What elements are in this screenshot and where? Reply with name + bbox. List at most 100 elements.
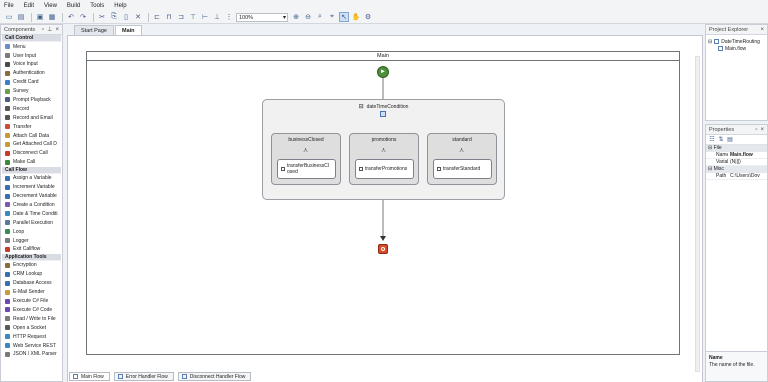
component-item[interactable]: CRM Lookup	[2, 270, 61, 279]
pointer-icon[interactable]: ↖	[339, 12, 349, 22]
copy-icon[interactable]: ⎘	[109, 12, 119, 22]
tab-main-flow[interactable]: Main Flow	[69, 372, 110, 381]
collapse-icon[interactable]: ⊟	[359, 103, 364, 110]
component-item[interactable]: User Input	[2, 51, 61, 60]
component-item[interactable]: Record and Email	[2, 113, 61, 122]
component-item[interactable]: Web Service REST	[2, 341, 61, 350]
save-icon[interactable]: ▣	[35, 12, 45, 22]
property-category-file[interactable]: ⊟ File	[706, 145, 767, 152]
align-bottom-icon[interactable]: ⊥	[212, 12, 222, 22]
branch-standard[interactable]: standard ⋏ transferStandard	[427, 133, 497, 185]
property-category-misc[interactable]: ⊟ Misc	[706, 166, 767, 173]
component-item[interactable]: Logger	[2, 236, 61, 245]
menu-file[interactable]: File	[4, 3, 14, 9]
component-item[interactable]: Survey	[2, 87, 61, 96]
component-item[interactable]: Execute C# Code	[2, 306, 61, 315]
align-left-icon[interactable]: ⊏	[152, 12, 162, 22]
component-item[interactable]: Transfer	[2, 122, 61, 131]
distribute-icon[interactable]: ⋮	[224, 12, 234, 22]
component-item[interactable]: Menu	[2, 42, 61, 51]
component-item[interactable]: Voice Input	[2, 60, 61, 69]
pin-icon[interactable]: ⊥	[47, 26, 52, 33]
align-top-icon[interactable]: ⊤	[188, 12, 198, 22]
float-icon[interactable]: ▫	[755, 127, 757, 133]
tab-main[interactable]: Main	[115, 25, 142, 35]
component-item[interactable]: Assign a Variable	[2, 174, 61, 183]
end-node[interactable]	[378, 244, 388, 254]
component-item[interactable]: Decrement Variable	[2, 192, 61, 201]
component-item[interactable]: Date & Time Conditi	[2, 209, 61, 218]
collapse-icon[interactable]: ⊟	[708, 39, 712, 45]
zoom-fit-icon[interactable]: ⌕	[315, 12, 325, 22]
branch-business-closed[interactable]: businessClosed ⋏ transferBusinessCl osed	[271, 133, 341, 185]
component-item[interactable]: Increment Variable	[2, 183, 61, 192]
undo-icon[interactable]: ↶	[66, 12, 76, 22]
component-item[interactable]: Read / Write to File	[2, 314, 61, 323]
component-category[interactable]: Call Control	[2, 35, 61, 43]
property-row-name[interactable]: Name Main.flow	[706, 152, 767, 159]
transfer-promotions-node[interactable]: transferPromotions	[355, 159, 414, 179]
property-row-variable[interactable]: Variable(N|||)	[706, 159, 767, 166]
branch-promotions[interactable]: promotions ⋏ transferPromotions	[349, 133, 419, 185]
component-item[interactable]: Disconnect Call	[2, 149, 61, 158]
menu-tools[interactable]: Tools	[90, 3, 104, 9]
tab-disconnect-handler-flow[interactable]: Disconnect Handler Flow	[177, 372, 252, 381]
sort-alpha-icon[interactable]: ⇅	[717, 136, 725, 144]
paste-icon[interactable]: ▯	[121, 12, 131, 22]
component-item[interactable]: Authentication	[2, 69, 61, 78]
zoom-actual-icon[interactable]: ⌖	[327, 12, 337, 22]
component-item[interactable]: Credit Card	[2, 78, 61, 87]
property-row-path[interactable]: Path C:\Users\Dov	[706, 173, 767, 180]
redo-icon[interactable]: ↷	[78, 12, 88, 22]
property-pages-icon[interactable]: ▤	[726, 136, 734, 144]
transfer-business-closed-node[interactable]: transferBusinessCl osed	[277, 159, 336, 179]
vertical-scrollbar[interactable]	[695, 56, 700, 372]
menu-help[interactable]: Help	[114, 3, 126, 9]
menu-view[interactable]: View	[44, 3, 57, 9]
new-project-icon[interactable]: ▤	[16, 12, 26, 22]
component-item[interactable]: Attach Call Data	[2, 131, 61, 140]
component-item[interactable]: HTTP Request	[2, 332, 61, 341]
tab-start-page[interactable]: Start Page	[74, 25, 114, 35]
delete-icon[interactable]: ✕	[133, 12, 143, 22]
tree-file[interactable]: Main.flow	[708, 45, 765, 52]
component-item[interactable]: Parallel Execution	[2, 218, 61, 227]
cut-icon[interactable]: ✂	[97, 12, 107, 22]
component-item[interactable]: Create a Condition	[2, 201, 61, 210]
transfer-standard-node[interactable]: transferStandard	[433, 159, 492, 179]
new-file-icon[interactable]: ▭	[4, 12, 14, 22]
component-item[interactable]: E-Mail Sender	[2, 288, 61, 297]
component-item[interactable]: JSON / XML Parser	[2, 350, 61, 359]
component-item[interactable]: Prompt Playback	[2, 96, 61, 105]
flow-canvas[interactable]: Main ► ⊟ dateTimeCondition businessClose…	[67, 35, 703, 382]
tab-error-handler-flow[interactable]: Error Handler Flow	[113, 372, 174, 381]
start-node[interactable]: ►	[377, 66, 389, 78]
align-middle-icon[interactable]: ⊢	[200, 12, 210, 22]
save-all-icon[interactable]: ▦	[47, 12, 57, 22]
component-item[interactable]: Encryption	[2, 261, 61, 270]
align-right-icon[interactable]: ⊐	[176, 12, 186, 22]
zoom-out-icon[interactable]: ⊖	[303, 12, 313, 22]
component-item[interactable]: Execute C# File	[2, 297, 61, 306]
close-icon[interactable]: ×	[760, 127, 764, 133]
component-item[interactable]: Loop	[2, 227, 61, 236]
menu-build[interactable]: Build	[67, 3, 80, 9]
zoom-in-icon[interactable]: ⊕	[291, 12, 301, 22]
close-icon[interactable]: ×	[55, 27, 59, 33]
tree-project[interactable]: ⊟ DateTimeRouting	[708, 38, 765, 45]
close-icon[interactable]: ×	[760, 27, 764, 33]
component-item[interactable]: Make Call	[2, 158, 61, 167]
pan-icon[interactable]: ✋	[351, 12, 361, 22]
zoom-select[interactable]: 100%	[236, 12, 288, 22]
float-icon[interactable]: ▫	[42, 27, 44, 33]
menu-edit[interactable]: Edit	[24, 3, 34, 9]
align-center-icon[interactable]: ⊓	[164, 12, 174, 22]
component-category[interactable]: Call Flow	[2, 166, 61, 174]
component-item[interactable]: Record	[2, 104, 61, 113]
categorized-icon[interactable]: ☷	[708, 136, 716, 144]
settings-gear-icon[interactable]: ⚙	[363, 12, 373, 22]
date-time-condition-block[interactable]: ⊟ dateTimeCondition businessClosed ⋏ tra…	[262, 99, 505, 200]
component-item[interactable]: Get Attached Call D	[2, 140, 61, 149]
component-item[interactable]: Exit Callflow	[2, 245, 61, 254]
component-category[interactable]: Application Tools	[2, 253, 61, 262]
